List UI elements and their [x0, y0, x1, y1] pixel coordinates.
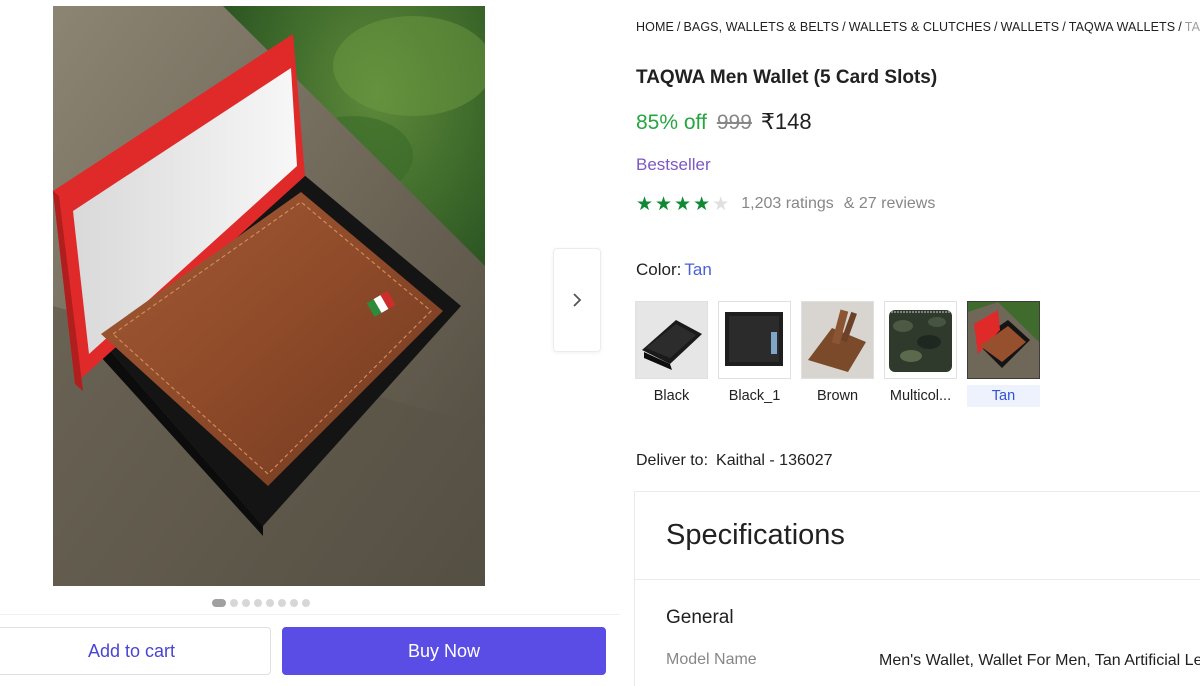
color-label-text: Color:: [636, 260, 682, 279]
swatch-thumb: [718, 301, 791, 379]
star-icon: ★: [674, 193, 692, 215]
color-label: Color: Tan: [636, 260, 712, 280]
spec-value: Men's Wallet, Wallet For Men, Tan Artifi…: [879, 652, 1200, 669]
carousel-dot[interactable]: [302, 599, 310, 607]
next-image-button[interactable]: [553, 248, 601, 352]
carousel-dot[interactable]: [254, 599, 262, 607]
add-to-cart-button[interactable]: Add to cart: [0, 627, 271, 675]
product-image[interactable]: [53, 6, 485, 586]
brown-wallet-thumbnail: [802, 302, 873, 378]
carousel-dot[interactable]: [266, 599, 274, 607]
swatch-thumb: [635, 301, 708, 379]
swatch-multicolor[interactable]: Multicol...: [884, 301, 957, 407]
carousel-dots: [212, 599, 310, 607]
buy-now-button[interactable]: Buy Now: [282, 627, 606, 675]
carousel-dot[interactable]: [212, 599, 226, 607]
ratings-count: 1,203 ratings: [741, 195, 834, 212]
breadcrumb-item[interactable]: HOME: [636, 20, 674, 34]
selected-color: Tan: [684, 260, 712, 279]
breadcrumb-item[interactable]: TAQWA: [1185, 20, 1200, 34]
swatch-label: Brown: [816, 388, 859, 404]
delivery-label: Deliver to:: [636, 452, 709, 469]
discount-label: 85% off: [636, 111, 707, 134]
star-icon: ★: [712, 193, 730, 215]
star-icon: ★: [636, 193, 654, 215]
rating-stars: ★ ★ ★ ★ ★: [636, 193, 729, 215]
multicolor-wallet-thumbnail: [885, 302, 956, 378]
specifications-card: Specifications General Model Name Men's …: [634, 491, 1200, 686]
star-icon: ★: [693, 193, 711, 215]
carousel-dot[interactable]: [242, 599, 250, 607]
wallet-photo: [53, 6, 485, 586]
breadcrumb-item[interactable]: BAGS, WALLETS & BELTS: [683, 20, 839, 34]
breadcrumb-separator: /: [842, 20, 846, 34]
breadcrumb-separator: /: [676, 20, 681, 34]
swatch-tan[interactable]: Tan: [967, 301, 1040, 407]
color-swatches: Black Black_1 Brown Multicol... Tan: [635, 301, 1040, 407]
breadcrumb-separator: /: [1062, 20, 1066, 34]
black-wallet-thumbnail: [636, 302, 707, 378]
rating-row[interactable]: ★ ★ ★ ★ ★ 1,203 ratings & 27 reviews: [636, 193, 935, 215]
product-info: HOME / BAGS, WALLETS & BELTS / WALLETS & CLU…: [634, 0, 1200, 686]
mrp-price: 999: [716, 111, 752, 134]
carousel-dot[interactable]: [290, 599, 298, 607]
breadcrumb: HOME / BAGS, WALLETS & BELTS / WALLETS & CLU…: [636, 20, 1200, 34]
swatch-label: Black: [653, 388, 690, 404]
spec-group-title: General: [666, 607, 734, 628]
carousel-dot[interactable]: [278, 599, 286, 607]
swatch-thumb: [884, 301, 957, 379]
swatch-brown[interactable]: Brown: [801, 301, 874, 407]
breadcrumb-item[interactable]: WALLETS: [1001, 20, 1060, 34]
swatch-label: Multicol...: [889, 388, 952, 404]
breadcrumb-separator: /: [1178, 20, 1182, 34]
black-1-wallet-thumbnail: [719, 302, 790, 378]
product-title: TAQWA Men Wallet (5 Card Slots): [636, 67, 938, 88]
selling-price: ₹148: [760, 109, 812, 134]
tan-wallet-thumbnail: [968, 302, 1039, 378]
specifications-title: Specifications: [635, 492, 1200, 580]
delivery-location: Kaithal - 136027: [716, 452, 833, 469]
delivery-row[interactable]: Deliver to: Kaithal - 136027: [636, 452, 833, 470]
swatch-thumb: [967, 301, 1040, 379]
breadcrumb-separator: /: [994, 20, 998, 34]
spec-key: Model Name: [666, 651, 757, 668]
swatch-black-1[interactable]: Black_1: [718, 301, 791, 407]
chevron-right-icon: [573, 293, 582, 307]
price-row: 85% off 999 ₹148: [636, 109, 812, 135]
breadcrumb-item[interactable]: WALLETS & CLUTCHES: [849, 20, 991, 34]
breadcrumb-item[interactable]: TAQWA WALLETS: [1069, 20, 1175, 34]
swatch-label: Black_1: [728, 388, 781, 404]
reviews-count: & 27 reviews: [843, 195, 936, 212]
carousel-dot[interactable]: [230, 599, 238, 607]
action-bar: Add to cart Buy Now: [0, 614, 620, 686]
bestseller-badge: Bestseller: [636, 155, 711, 174]
swatch-black[interactable]: Black: [635, 301, 708, 407]
swatch-thumb: [801, 301, 874, 379]
swatch-label: Tan: [967, 385, 1040, 407]
star-icon: ★: [655, 193, 673, 215]
